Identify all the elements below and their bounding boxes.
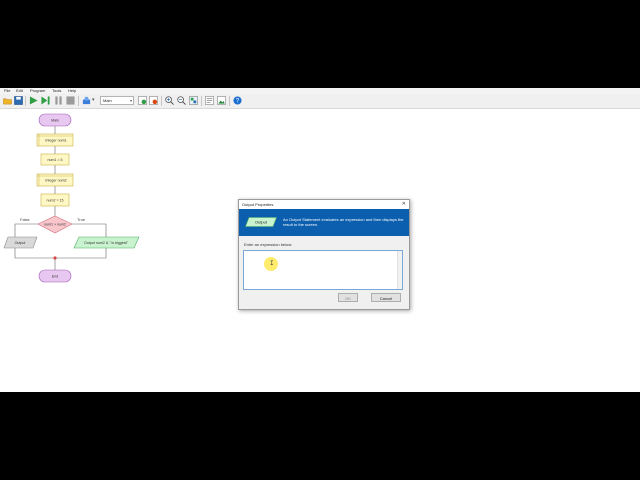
close-icon[interactable]: ✕ xyxy=(402,200,406,209)
dialog-description: An Output Statement evaluates an express… xyxy=(283,217,404,227)
dialog-titlebar: Output Properties ✕ xyxy=(239,200,409,209)
declare-num2-label: Integer num2 xyxy=(45,179,66,183)
toolbar-separator xyxy=(229,96,230,106)
dialog-title: Output Properties xyxy=(242,202,274,207)
stop-icon[interactable] xyxy=(66,96,75,105)
output-true-shape[interactable]: Output num2 & " is biggest" xyxy=(73,236,140,249)
start-terminal[interactable]: Main xyxy=(38,113,72,127)
toolbar: ▾ Main ▾ ? xyxy=(0,94,640,109)
scrollbar[interactable] xyxy=(397,251,402,289)
output-badge-label: Output xyxy=(255,220,268,225)
speed-dropdown-arrow-icon[interactable]: ▾ xyxy=(92,97,95,103)
assign-num1-shape[interactable]: num1 = 5 xyxy=(40,153,70,166)
save-icon[interactable] xyxy=(14,96,23,105)
condition-label: num1 > num2 xyxy=(44,223,66,227)
output-properties-dialog: Output Properties ✕ Output An Output Sta… xyxy=(238,199,410,310)
cancel-button[interactable]: Cancel xyxy=(371,293,401,302)
output-false-shape[interactable]: Output xyxy=(3,236,38,249)
open-folder-icon[interactable] xyxy=(3,96,12,105)
assign-num2-shape[interactable]: num2 = 15 xyxy=(40,193,70,207)
run-icon[interactable] xyxy=(29,96,38,105)
assign-num1-label: num1 = 5 xyxy=(47,158,62,162)
expression-input[interactable]: I xyxy=(243,250,403,290)
source-code-icon[interactable] xyxy=(205,96,214,105)
output-shape-badge: Output xyxy=(245,217,277,227)
add-function-icon[interactable] xyxy=(138,96,147,105)
pause-icon[interactable] xyxy=(54,96,63,105)
help-icon[interactable]: ? xyxy=(233,96,242,105)
dialog-banner: Output An Output Statement evaluates an … xyxy=(239,209,409,236)
zoom-in-icon[interactable] xyxy=(165,96,174,105)
toolbar-separator xyxy=(201,96,202,106)
declare-num1-label: Integer num1 xyxy=(45,139,66,143)
function-select[interactable]: Main ▾ xyxy=(100,96,134,105)
layout-icon[interactable] xyxy=(189,96,198,105)
false-branch-label: False xyxy=(20,217,31,222)
if-condition-shape[interactable]: num1 > num2 xyxy=(37,215,73,234)
chevron-down-icon: ▾ xyxy=(129,98,132,103)
declare-num2-shape[interactable]: Integer num2 xyxy=(36,173,74,187)
assign-num2-label: num2 = 15 xyxy=(46,199,63,203)
remove-function-icon[interactable] xyxy=(149,96,158,105)
start-label: Main xyxy=(51,119,59,123)
image-icon[interactable] xyxy=(217,96,226,105)
true-branch-label: True xyxy=(77,217,86,222)
ok-button[interactable]: OK xyxy=(338,293,358,302)
output-true-label: Output num2 & " is biggest" xyxy=(84,241,129,245)
expression-prompt: Enter an expression below: xyxy=(244,242,293,247)
zoom-out-icon[interactable] xyxy=(177,96,186,105)
merge-point xyxy=(53,256,57,260)
toolbar-separator xyxy=(78,96,79,106)
toolbar-separator xyxy=(25,96,26,106)
output-false-label: Output xyxy=(15,241,26,245)
svg-text:?: ? xyxy=(236,98,240,105)
speed-icon[interactable] xyxy=(82,96,91,105)
text-cursor-icon: I xyxy=(270,260,274,267)
declare-num1-shape[interactable]: Integer num1 xyxy=(36,133,74,147)
step-icon[interactable] xyxy=(41,96,50,105)
end-terminal[interactable]: End xyxy=(38,269,72,283)
function-select-value: Main xyxy=(103,98,112,103)
end-label: End xyxy=(52,275,58,279)
toolbar-separator xyxy=(161,96,162,106)
